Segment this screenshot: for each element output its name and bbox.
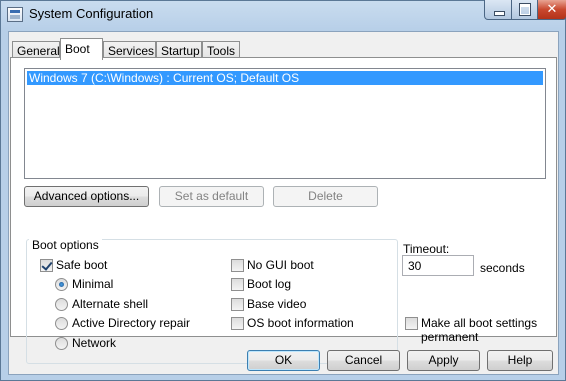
radio-dot-icon — [55, 297, 68, 311]
os-list-item[interactable]: Windows 7 (C:\Windows) : Current OS; Def… — [27, 71, 543, 85]
checkbox-icon — [231, 316, 244, 330]
set-as-default-button[interactable]: Set as default — [159, 186, 264, 207]
safe-boot-check-icon — [40, 258, 53, 272]
checkbox-icon — [231, 258, 244, 272]
maximize-button[interactable] — [511, 0, 538, 20]
radio-active-directory-repair-label: Active Directory repair — [72, 316, 191, 330]
ok-button[interactable]: OK — [247, 350, 320, 371]
system-configuration-window: System Configuration ✕ General Boot Serv… — [0, 0, 566, 381]
window-title: System Configuration — [29, 6, 154, 21]
checkbox-icon — [405, 317, 418, 330]
checkbox-icon — [231, 297, 244, 311]
apply-button[interactable]: Apply — [407, 350, 480, 371]
boot-tab-panel: Windows 7 (C:\Windows) : Current OS; Def… — [10, 57, 557, 364]
radio-active-directory-repair[interactable]: Active Directory repair — [55, 316, 190, 330]
radio-minimal-label: Minimal — [72, 277, 114, 291]
base-video-label: Base video — [247, 297, 307, 311]
boot-options-label: Boot options — [29, 238, 102, 252]
close-icon: ✕ — [546, 1, 558, 16]
os-list[interactable]: Windows 7 (C:\Windows) : Current OS; Def… — [24, 68, 546, 179]
system-config-icon — [7, 7, 23, 22]
tab-boot[interactable]: Boot — [60, 38, 103, 60]
help-button[interactable]: Help — [487, 350, 553, 371]
dialog-client-area: General Boot Services Startup Tools Wind… — [8, 31, 559, 375]
os-boot-information-checkbox[interactable]: OS boot information — [231, 316, 354, 330]
minimize-button[interactable] — [484, 0, 512, 20]
delete-button[interactable]: Delete — [273, 186, 378, 207]
safe-boot-checkbox[interactable]: Safe boot — [40, 258, 107, 272]
seconds-label: seconds — [480, 261, 525, 275]
radio-minimal[interactable]: Minimal — [55, 277, 113, 291]
radio-dot-icon — [55, 277, 68, 291]
dialog-button-bar: OK Cancel Apply Help — [9, 337, 558, 375]
radio-dot-icon — [55, 316, 68, 330]
timeout-input[interactable] — [402, 255, 474, 276]
no-gui-boot-label: No GUI boot — [247, 258, 314, 272]
radio-alternate-shell[interactable]: Alternate shell — [55, 297, 148, 311]
title-bar[interactable]: System Configuration — [1, 1, 565, 29]
checkbox-icon — [231, 277, 244, 291]
close-button[interactable]: ✕ — [537, 0, 566, 20]
timeout-label: Timeout: — [403, 242, 450, 256]
boot-log-checkbox[interactable]: Boot log — [231, 277, 291, 291]
safe-boot-label: Safe boot — [56, 258, 108, 272]
no-gui-boot-checkbox[interactable]: No GUI boot — [231, 258, 314, 272]
cancel-button[interactable]: Cancel — [327, 350, 400, 371]
make-permanent-label-line1: Make all boot settings — [421, 316, 538, 330]
os-boot-information-label: OS boot information — [247, 316, 354, 330]
base-video-checkbox[interactable]: Base video — [231, 297, 306, 311]
advanced-options-button[interactable]: Advanced options... — [24, 186, 149, 207]
boot-log-label: Boot log — [247, 277, 292, 291]
radio-alternate-shell-label: Alternate shell — [72, 297, 149, 311]
